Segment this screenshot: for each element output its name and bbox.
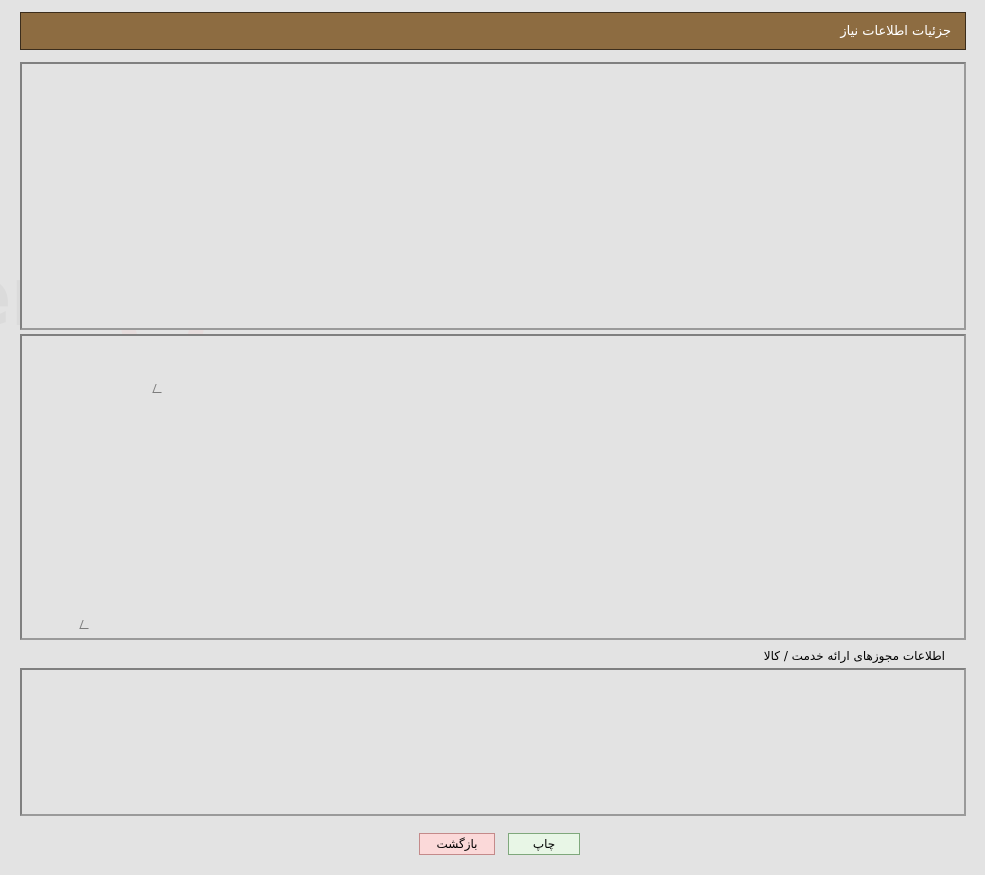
summary-panel (20, 62, 966, 330)
page-title: جزئیات اطلاعات نیاز (840, 23, 951, 39)
permits-panel (20, 668, 966, 816)
print-button[interactable]: چاپ (508, 833, 580, 855)
page-root: W AriaTender .net جزئیات اطلاعات نیاز شم… (0, 0, 985, 875)
back-button[interactable]: بازگشت (419, 833, 495, 855)
details-panel (20, 334, 966, 640)
permits-caption: اطلاعات مجوزهای ارائه خدمت / کالا (763, 649, 945, 663)
page-header: جزئیات اطلاعات نیاز (20, 12, 966, 50)
